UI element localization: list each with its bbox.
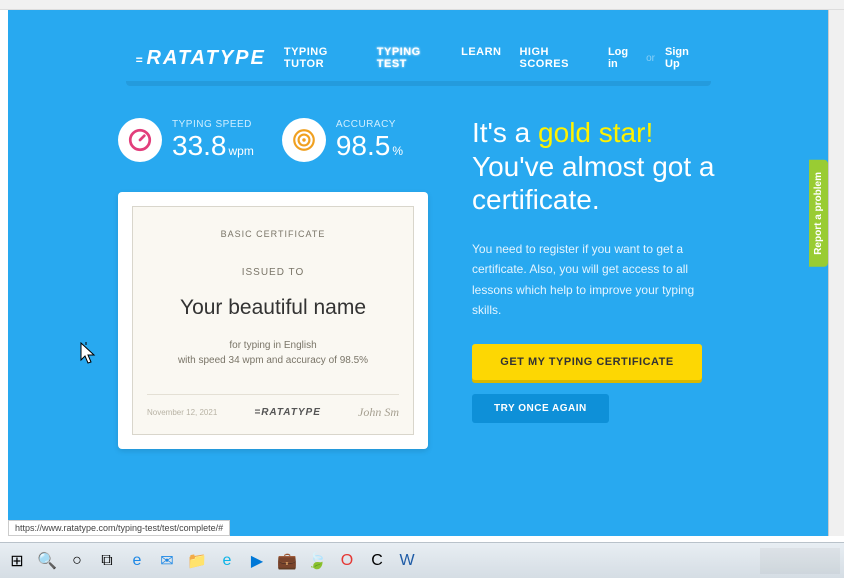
signup-link[interactable]: Sign Up <box>665 46 700 70</box>
store-icon[interactable]: 💼 <box>274 548 300 574</box>
stat-accuracy: ACCURACY 98.5% <box>282 118 403 162</box>
accuracy-unit: % <box>392 144 403 158</box>
speed-unit: wpm <box>229 144 254 158</box>
certificate-card: BASIC CERTIFICATE ISSUED TO Your beautif… <box>118 192 428 449</box>
promo-subtext: You need to register if you want to get … <box>472 239 718 321</box>
office-icon[interactable]: O <box>334 548 360 574</box>
search-icon[interactable]: 🔍 <box>34 548 60 574</box>
app-icon-1[interactable]: 🍃 <box>304 548 330 574</box>
browser-status-url: https://www.ratatype.com/typing-test/tes… <box>8 520 230 536</box>
try-again-button[interactable]: TRY ONCE AGAIN <box>472 394 609 423</box>
browser-address-bar <box>0 0 844 10</box>
speedometer-icon <box>118 118 162 162</box>
certificate-footer: November 12, 2021 =RATATYPE John Sm <box>147 394 399 420</box>
auth-links: Log in or Sign Up <box>608 46 701 70</box>
certificate-signature: John Sm <box>358 405 399 420</box>
accuracy-label: ACCURACY <box>336 119 403 130</box>
speed-label: TYPING SPEED <box>172 119 254 130</box>
vertical-scrollbar[interactable] <box>828 10 844 536</box>
word-icon[interactable]: W <box>394 548 420 574</box>
nav-high-scores[interactable]: HIGH SCORES <box>519 46 589 70</box>
headline: It's a gold star! You've almost got a ce… <box>472 116 718 217</box>
stats-row: TYPING SPEED 33.8wpm ACCURACY 98.5% <box>118 118 428 162</box>
media-player-icon[interactable]: ▶ <box>244 548 270 574</box>
site-header: =RATATYPE TYPING TUTOR TYPING TEST LEARN… <box>126 34 711 82</box>
certificate-title: BASIC CERTIFICATE <box>147 229 399 239</box>
page-viewport: =RATATYPE TYPING TUTOR TYPING TEST LEARN… <box>8 10 828 536</box>
logo-prefix-icon: = <box>136 53 145 67</box>
target-icon <box>282 118 326 162</box>
mascot-star-icon <box>424 288 464 338</box>
mail-icon[interactable]: ✉ <box>154 548 180 574</box>
login-link[interactable]: Log in <box>608 46 636 70</box>
get-certificate-button[interactable]: GET MY TYPING CERTIFICATE <box>472 344 702 380</box>
left-column: TYPING SPEED 33.8wpm ACCURACY 98.5% <box>118 118 428 449</box>
content-area: TYPING SPEED 33.8wpm ACCURACY 98.5% <box>8 82 828 449</box>
certificate-logo: =RATATYPE <box>254 407 321 418</box>
logo-text: RATATYPE <box>147 47 266 69</box>
certificate-line2: with speed 34 wpm and accuracy of 98.5% <box>147 355 399 366</box>
certificate-inner: BASIC CERTIFICATE ISSUED TO Your beautif… <box>132 206 414 435</box>
ie-icon[interactable]: e <box>124 548 150 574</box>
explorer-icon[interactable]: 📁 <box>184 548 210 574</box>
stat-speed: TYPING SPEED 33.8wpm <box>118 118 254 162</box>
cortana-icon[interactable]: ○ <box>64 548 90 574</box>
task-view-icon[interactable]: ⧉ <box>94 548 120 574</box>
headline-emphasis: gold star! <box>538 117 653 148</box>
start-menu-icon[interactable]: ⊞ <box>4 548 30 574</box>
speed-value: 33.8wpm <box>172 130 254 162</box>
nav-typing-tutor[interactable]: TYPING TUTOR <box>284 46 359 70</box>
certificate-name: Your beautiful name <box>147 296 399 320</box>
windows-taskbar: ⊞ 🔍 ○ ⧉ e ✉ 📁 e ▶ 💼 🍃 O C W <box>0 542 844 578</box>
primary-nav: TYPING TUTOR TYPING TEST LEARN HIGH SCOR… <box>284 46 590 70</box>
certificate-issued-label: ISSUED TO <box>147 267 399 278</box>
edge-icon[interactable]: e <box>214 548 240 574</box>
certificate-line1: for typing in English <box>147 340 399 351</box>
system-tray[interactable] <box>760 548 840 574</box>
feedback-tab[interactable]: Report a problem <box>809 160 828 267</box>
chrome-icon[interactable]: C <box>364 548 390 574</box>
right-column: It's a gold star! You've almost got a ce… <box>472 118 718 449</box>
auth-separator: or <box>646 53 655 64</box>
certificate-date: November 12, 2021 <box>147 408 217 417</box>
accuracy-value: 98.5% <box>336 130 403 162</box>
nav-learn[interactable]: LEARN <box>461 46 501 70</box>
nav-typing-test[interactable]: TYPING TEST <box>377 46 443 70</box>
site-logo[interactable]: =RATATYPE <box>136 47 266 70</box>
